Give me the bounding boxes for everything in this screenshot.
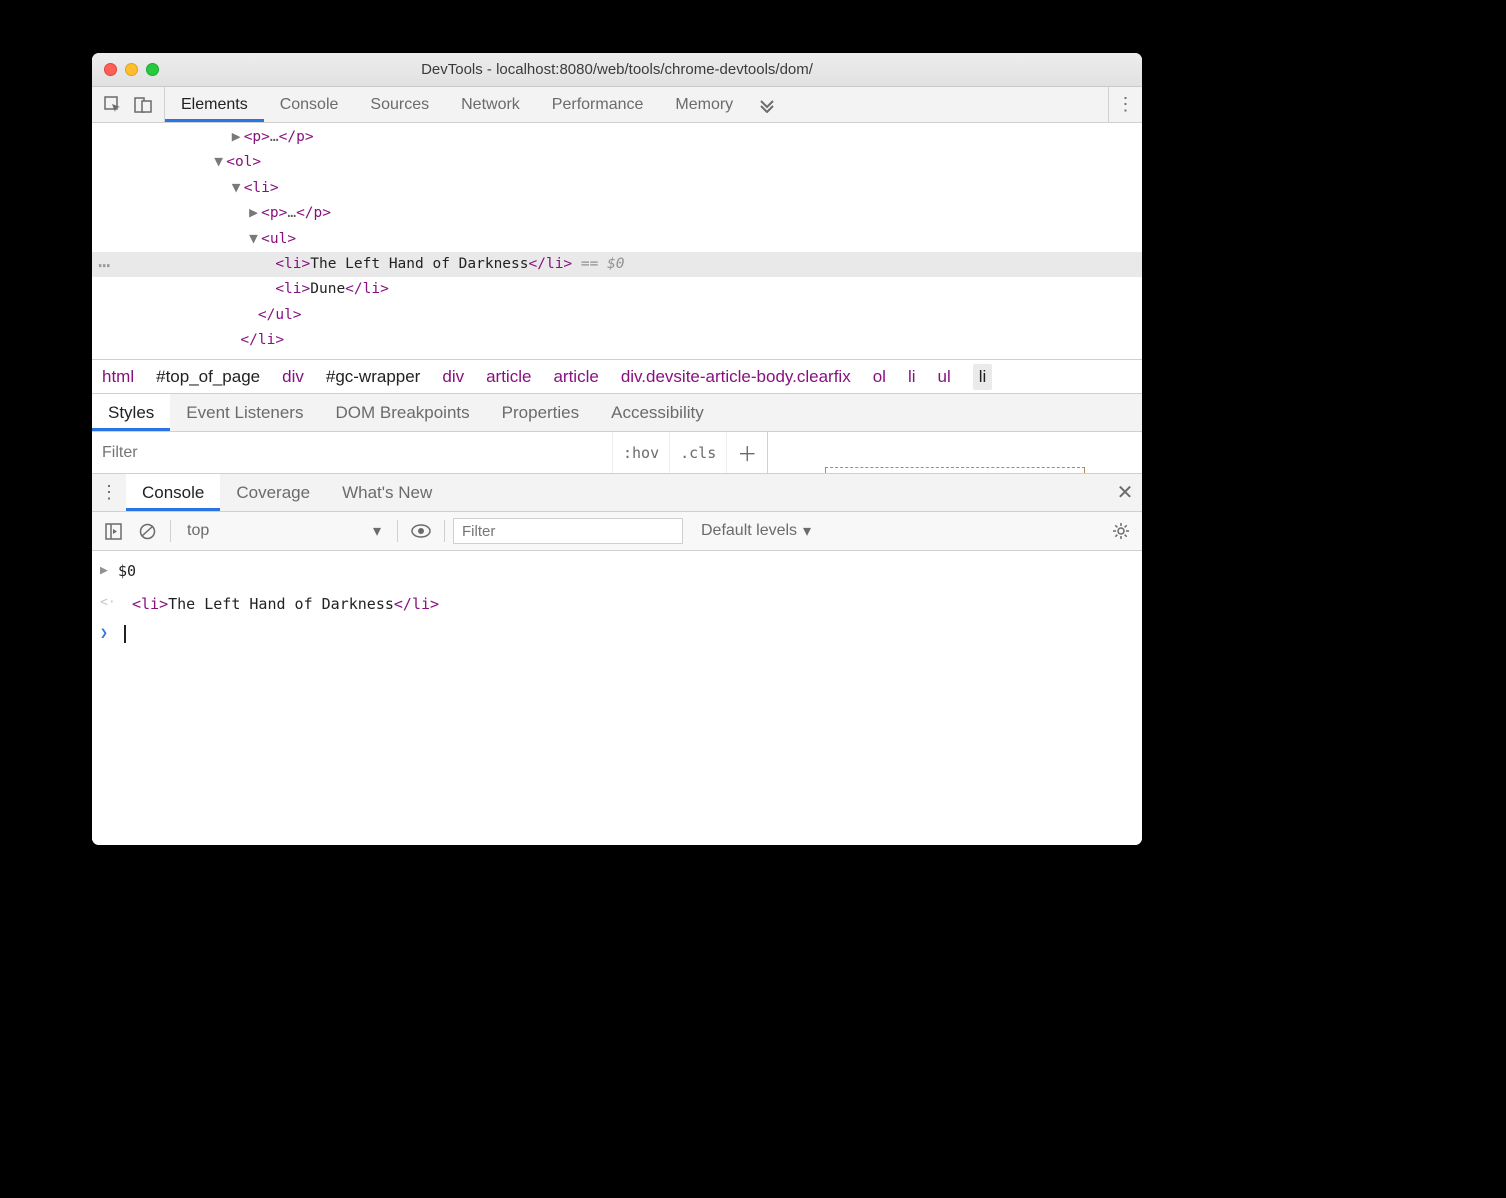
dom-node[interactable]: <li> xyxy=(244,180,279,196)
tab-performance[interactable]: Performance xyxy=(536,87,660,122)
side-tab-accessibility[interactable]: Accessibility xyxy=(595,394,720,431)
side-tab-dom-breakpoints[interactable]: DOM Breakpoints xyxy=(319,394,485,431)
result-indicator-icon: <· xyxy=(100,591,118,616)
dom-node[interactable]: </ul> xyxy=(258,307,302,323)
side-tab-properties[interactable]: Properties xyxy=(486,394,595,431)
crumb[interactable]: li xyxy=(908,367,916,387)
main-tabs: Elements Console Sources Network Perform… xyxy=(165,87,785,122)
close-drawer-icon[interactable]: ✕ xyxy=(1108,480,1142,505)
crumb-selected[interactable]: li xyxy=(973,364,993,390)
elements-dom-tree[interactable]: ▶<p>…</p> ▼<ol> ▼<li> ▶<p>…</p> ▼<ul> ⋯ … xyxy=(92,123,1142,359)
tab-elements[interactable]: Elements xyxy=(165,87,264,122)
dom-node[interactable]: <ol> xyxy=(226,154,261,170)
crumb[interactable]: article xyxy=(553,367,598,387)
prompt-chevron-icon: ❯ xyxy=(100,622,118,647)
tab-sources[interactable]: Sources xyxy=(354,87,445,122)
crumb[interactable]: div.devsite-article-body.clearfix xyxy=(621,367,851,387)
console-row[interactable]: ▶ $0 xyxy=(92,555,1142,588)
devtools-window: DevTools - localhost:8080/web/tools/chro… xyxy=(92,53,1142,845)
dom-node[interactable]: <p> xyxy=(244,129,270,145)
crumb[interactable]: html xyxy=(102,367,134,387)
kebab-menu-icon[interactable]: ⋮ xyxy=(1108,87,1142,122)
crumb[interactable]: div xyxy=(282,367,304,387)
drawer-tab-coverage[interactable]: Coverage xyxy=(220,474,326,511)
tab-network[interactable]: Network xyxy=(445,87,536,122)
crumb[interactable]: #top_of_page xyxy=(156,367,260,387)
drawer-tab-whats-new[interactable]: What's New xyxy=(326,474,448,511)
dom-node[interactable]: <li> xyxy=(275,281,310,297)
drawer-kebab-icon[interactable]: ⋮ xyxy=(92,482,126,503)
device-toolbar-icon[interactable] xyxy=(128,90,158,120)
crumb[interactable]: ol xyxy=(873,367,886,387)
console-prompt[interactable]: ❯ xyxy=(92,620,1142,649)
side-tab-event-listeners[interactable]: Event Listeners xyxy=(170,394,319,431)
chevron-down-icon: ▾ xyxy=(373,521,381,541)
console-output[interactable]: ▶ $0 <· <li>The Left Hand of Darkness</l… xyxy=(92,551,1142,845)
console-toolbar: top ▾ Default levels ▾ xyxy=(92,511,1142,551)
execution-context-select[interactable]: top ▾ xyxy=(179,521,389,541)
tab-memory[interactable]: Memory xyxy=(659,87,749,122)
box-model-preview xyxy=(767,432,1142,473)
drawer-tabs: ⋮ Console Coverage What's New ✕ xyxy=(92,473,1142,511)
log-levels-select[interactable]: Default levels ▾ xyxy=(687,521,825,541)
styles-toolbar: :hov .cls ＋ xyxy=(92,431,1142,473)
dom-node[interactable]: <p> xyxy=(261,205,287,221)
inspect-element-icon[interactable] xyxy=(98,90,128,120)
drawer-tab-console[interactable]: Console xyxy=(126,474,220,511)
titlebar: DevTools - localhost:8080/web/tools/chro… xyxy=(92,53,1142,87)
crumb[interactable]: article xyxy=(486,367,531,387)
crumb[interactable]: ul xyxy=(938,367,951,387)
dom-node[interactable]: <ul> xyxy=(261,231,296,247)
cls-toggle[interactable]: .cls xyxy=(669,432,726,473)
live-expression-icon[interactable] xyxy=(406,524,436,538)
tabs-overflow-icon[interactable] xyxy=(749,97,785,113)
tab-console[interactable]: Console xyxy=(264,87,355,122)
text-cursor xyxy=(124,625,126,643)
styles-tabs: Styles Event Listeners DOM Breakpoints P… xyxy=(92,393,1142,431)
styles-filter-input[interactable] xyxy=(92,432,612,473)
crumb[interactable]: #gc-wrapper xyxy=(326,367,421,387)
console-settings-icon[interactable] xyxy=(1106,522,1136,540)
clear-console-icon[interactable] xyxy=(132,523,162,540)
side-tab-styles[interactable]: Styles xyxy=(92,394,170,431)
new-style-rule-icon[interactable]: ＋ xyxy=(726,432,767,473)
hov-toggle[interactable]: :hov xyxy=(612,432,669,473)
console-filter-input[interactable] xyxy=(453,518,683,544)
crumb[interactable]: div xyxy=(442,367,464,387)
dom-node[interactable]: </li> xyxy=(240,332,284,348)
main-toolbar: Elements Console Sources Network Perform… xyxy=(92,87,1142,123)
window-title: DevTools - localhost:8080/web/tools/chro… xyxy=(92,61,1142,78)
console-row[interactable]: <· <li>The Left Hand of Darkness</li> xyxy=(92,588,1142,621)
expand-icon[interactable]: ▶ xyxy=(100,559,118,584)
chevron-down-icon: ▾ xyxy=(803,521,811,541)
dom-breadcrumb: html #top_of_page div #gc-wrapper div ar… xyxy=(92,359,1142,393)
console-sidebar-toggle-icon[interactable] xyxy=(98,523,128,540)
selected-dom-node[interactable]: ⋯ <li>The Left Hand of Darkness</li> == … xyxy=(92,252,1142,277)
